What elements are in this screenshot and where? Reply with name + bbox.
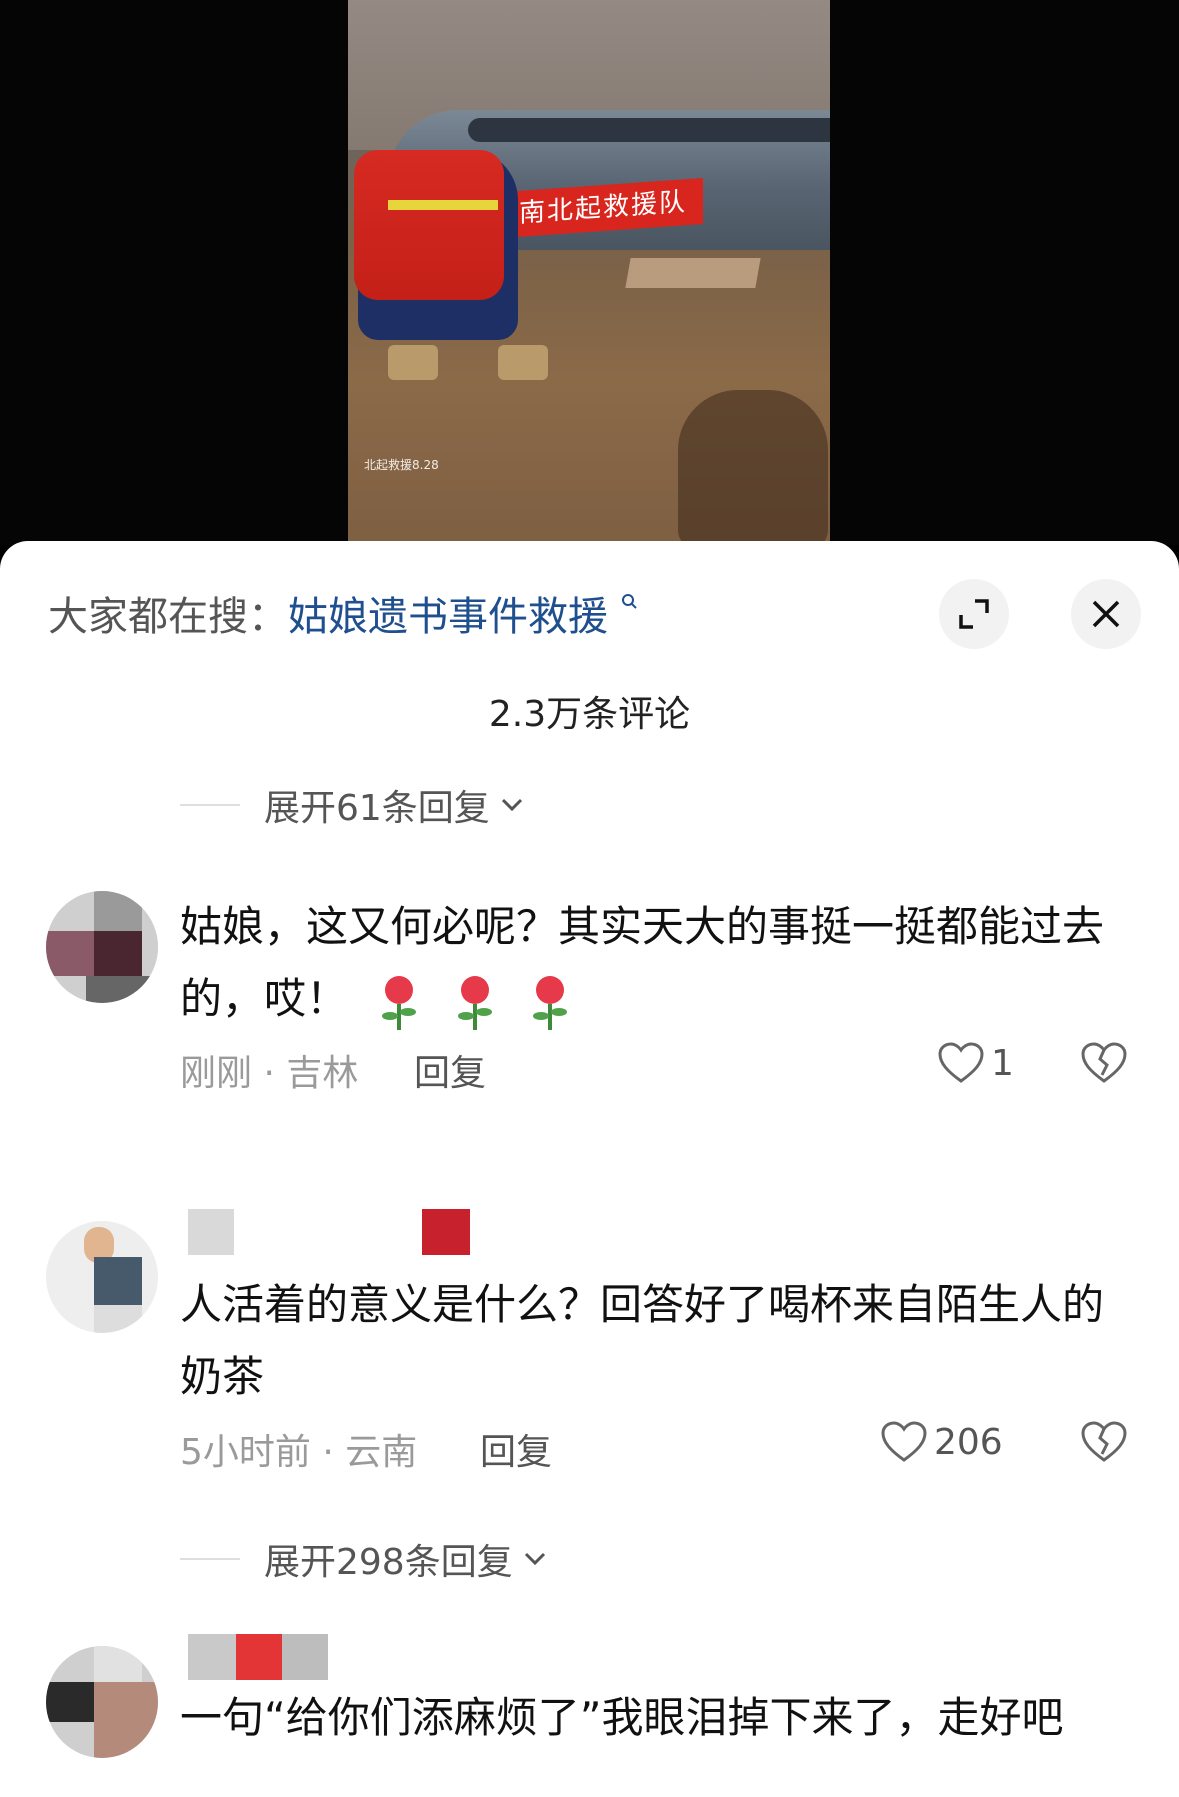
chevron-down-icon: [501, 798, 522, 812]
like-button[interactable]: 1: [937, 1041, 1014, 1085]
video-frame[interactable]: 南北起救援队 北起救援8.28: [348, 0, 830, 545]
vest-strap: [388, 200, 498, 210]
avatar[interactable]: [46, 1221, 158, 1333]
reply-button[interactable]: 回复: [480, 1423, 552, 1475]
broken-heart-icon: [1081, 1421, 1127, 1462]
trending-search[interactable]: 大家都在搜：姑娘遗书事件救援: [48, 589, 637, 645]
avatar[interactable]: [46, 891, 158, 1003]
rose-emoji-icon: [457, 975, 492, 1030]
comment-text: 姑娘，这又何必呢？其实天大的事挺一挺都能过去的，哎！: [180, 891, 1120, 1035]
dislike-button[interactable]: [1080, 1041, 1128, 1089]
video-player[interactable]: 南北起救援队 北起救援8.28: [0, 0, 1179, 545]
close-button[interactable]: [1071, 579, 1141, 649]
expand-replies-button[interactable]: 展开298条回复: [180, 1533, 547, 1585]
boot-left: [388, 345, 438, 380]
boat-tube: [468, 118, 830, 142]
trending-link[interactable]: 姑娘遗书事件救援: [288, 594, 608, 640]
comment-body: 姑娘，这又何必呢？其实天大的事挺一挺都能过去的，哎！: [180, 902, 1105, 1023]
blurred-username[interactable]: [188, 1209, 234, 1255]
comments-count: 2.3万条评论: [488, 694, 691, 735]
comment-text: 一句“给你们添麻烦了”我眼泪掉下来了，走好吧: [180, 1693, 1064, 1742]
like-count: 206: [934, 1421, 1003, 1463]
trending-prefix: 大家都在搜：: [48, 594, 288, 640]
comment-time-location: 5小时前 · 云南: [180, 1432, 418, 1473]
heart-icon: [881, 1421, 927, 1462]
broken-heart-icon: [1081, 1042, 1127, 1083]
video-watermark: 北起救援8.28: [364, 458, 439, 472]
like-count: 1: [991, 1042, 1014, 1084]
avatar[interactable]: [46, 1646, 158, 1758]
expand-replies-label: 展开61条回复: [264, 788, 490, 829]
wooden-board: [625, 258, 761, 288]
chevron-down-icon: [524, 1552, 545, 1566]
rose-emoji-icon: [533, 975, 568, 1030]
comment-text: 人活着的意义是什么？回答好了喝杯来自陌生人的奶茶: [180, 1280, 1105, 1401]
search-icon: [621, 594, 637, 609]
shadow: [678, 390, 828, 545]
reply-button[interactable]: 回复: [414, 1044, 486, 1096]
dislike-button[interactable]: [1080, 1420, 1128, 1468]
rose-emoji-icon: [382, 975, 417, 1030]
blurred-username[interactable]: [188, 1634, 236, 1680]
life-vest: [354, 150, 504, 300]
expand-replies-button[interactable]: 展开61条回复: [180, 779, 524, 831]
expand-replies-label: 展开298条回复: [264, 1542, 513, 1583]
divider: [180, 804, 240, 806]
blurred-badge: [236, 1634, 282, 1680]
expand-icon: [959, 599, 989, 629]
blurred-username-part: [282, 1634, 328, 1680]
boot-right: [498, 345, 548, 380]
comment-time-location: 刚刚 · 吉林: [180, 1053, 359, 1094]
close-icon: [1092, 600, 1120, 628]
like-button[interactable]: 206: [880, 1420, 1003, 1464]
heart-icon: [938, 1042, 984, 1083]
divider: [180, 1558, 240, 1560]
expand-button[interactable]: [939, 579, 1009, 649]
blurred-badge: [422, 1209, 470, 1255]
comments-sheet: 大家都在搜：姑娘遗书事件救援 2.3万条评论 展开61条回复 姑娘，这又何必呢？…: [0, 541, 1179, 1797]
